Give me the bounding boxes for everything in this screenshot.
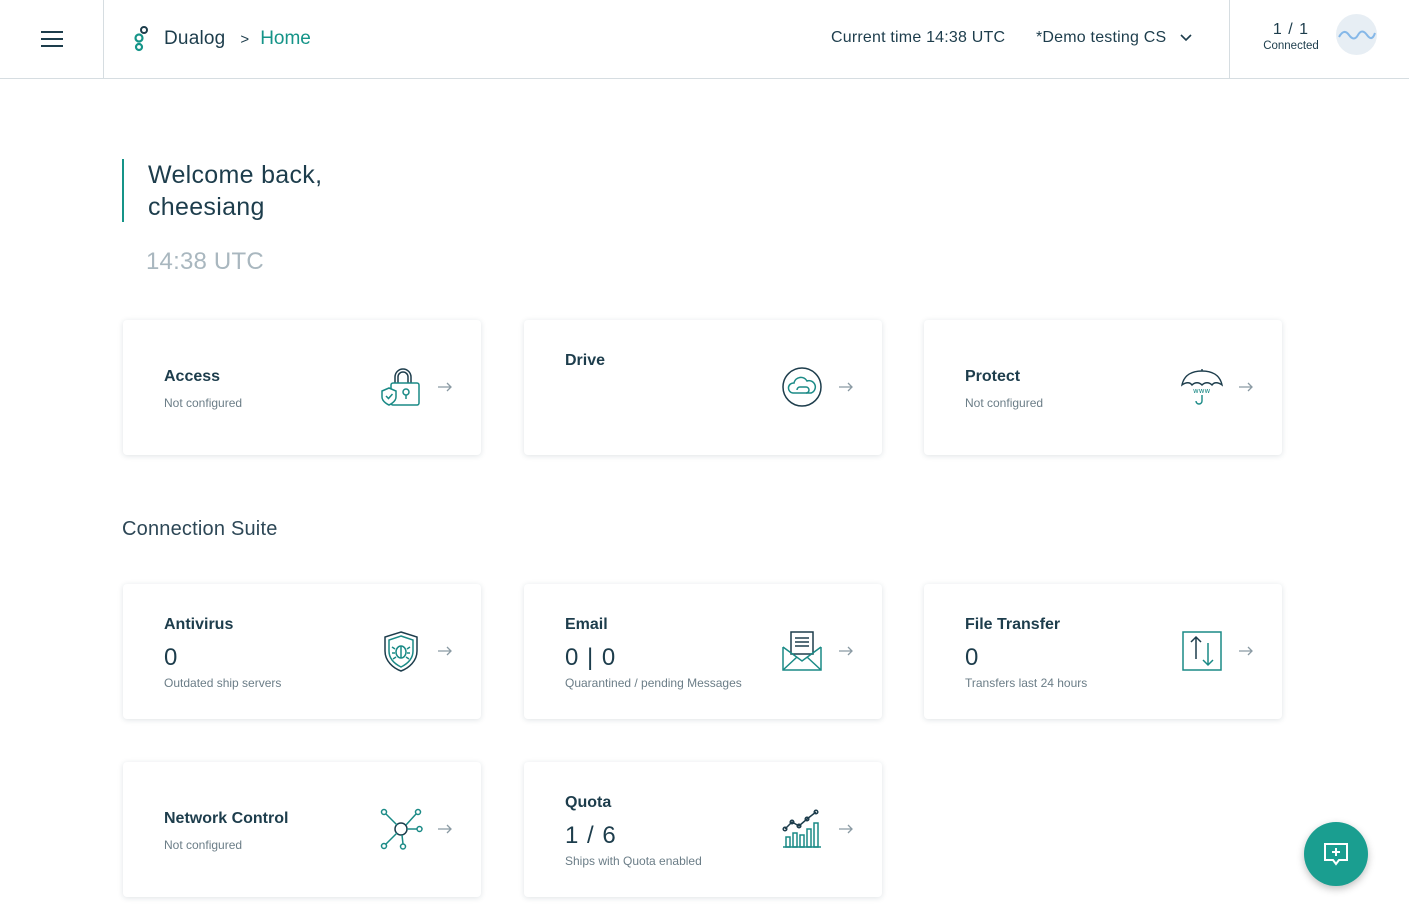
transfer-arrows-icon bbox=[1182, 631, 1222, 671]
arrow-right-icon bbox=[1239, 646, 1253, 656]
breadcrumb: Dualog > Home bbox=[130, 24, 311, 54]
hamburger-icon bbox=[40, 31, 63, 47]
card-title: Drive bbox=[565, 352, 606, 369]
connection-status: 1 / 1 Connected bbox=[1252, 21, 1330, 52]
card-quota[interactable]: Quota 1 / 6 Ships with Quota enabled bbox=[524, 762, 882, 897]
welcome-greeting: Welcome back, bbox=[148, 161, 323, 189]
card-subtitle: Ships with Quota enabled bbox=[565, 854, 702, 868]
card-network-control[interactable]: Network Control Not configured bbox=[123, 762, 481, 897]
top-bar: Dualog > Home Current time 14:38 UTC *De… bbox=[0, 0, 1409, 79]
account-name: *Demo testing CS bbox=[1036, 29, 1167, 46]
chevron-down-icon bbox=[1180, 34, 1192, 42]
connection-count: 1 / 1 bbox=[1272, 21, 1310, 38]
card-subtitle: Quarantined / pending Messages bbox=[565, 676, 742, 690]
svg-text:www: www bbox=[1193, 387, 1210, 395]
card-email[interactable]: Email 0 | 0 Quarantined / pending Messag… bbox=[524, 584, 882, 719]
card-title: Network Control bbox=[164, 810, 289, 827]
card-title: Email bbox=[565, 616, 608, 633]
card-antivirus[interactable]: Antivirus 0 Outdated ship servers bbox=[123, 584, 481, 719]
arrow-right-icon bbox=[1239, 382, 1253, 392]
welcome-username: cheesiang bbox=[148, 193, 265, 221]
card-subtitle: Transfers last 24 hours bbox=[965, 676, 1088, 690]
welcome-time: 14:38 UTC bbox=[146, 248, 264, 275]
connection-indicator[interactable] bbox=[1336, 14, 1377, 55]
breadcrumb-home[interactable]: Home bbox=[260, 28, 311, 50]
card-value: 0 bbox=[164, 644, 179, 671]
arrow-right-icon bbox=[839, 824, 853, 834]
card-file-transfer[interactable]: File Transfer 0 Transfers last 24 hours bbox=[924, 584, 1282, 719]
arrow-right-icon bbox=[438, 824, 452, 834]
card-value: 1 / 6 bbox=[565, 822, 617, 849]
bar-chart-icon bbox=[782, 809, 821, 848]
arrow-right-icon bbox=[438, 382, 452, 392]
card-title: Quota bbox=[565, 794, 612, 811]
arrow-right-icon bbox=[839, 382, 853, 392]
card-subtitle: Not configured bbox=[164, 838, 243, 852]
card-access[interactable]: Access Not configured bbox=[123, 320, 481, 455]
lock-shield-icon bbox=[381, 368, 420, 406]
card-title: Access bbox=[164, 368, 221, 385]
bug-shield-icon bbox=[384, 631, 418, 672]
header-divider bbox=[1229, 0, 1230, 78]
umbrella-icon: www bbox=[1180, 369, 1224, 405]
card-subtitle: Not configured bbox=[164, 396, 243, 410]
dualog-logo-icon bbox=[134, 26, 148, 52]
card-protect[interactable]: Protect Not configured www bbox=[924, 320, 1282, 455]
card-drive[interactable]: Drive bbox=[524, 320, 882, 455]
card-title: Protect bbox=[965, 368, 1021, 385]
envelope-icon bbox=[782, 631, 822, 671]
account-selector[interactable]: *Demo testing CS bbox=[1036, 29, 1192, 47]
breadcrumb-separator: > bbox=[240, 30, 250, 48]
welcome-block: Welcome back, cheesiang bbox=[122, 159, 322, 222]
card-value: 0 | 0 bbox=[565, 644, 617, 671]
section-title: Connection Suite bbox=[122, 518, 278, 540]
arrow-right-icon bbox=[438, 646, 452, 656]
card-subtitle: Not configured bbox=[965, 396, 1044, 410]
menu-button[interactable] bbox=[0, 0, 104, 78]
feedback-button[interactable] bbox=[1304, 822, 1368, 886]
wave-icon bbox=[1337, 30, 1376, 39]
card-title: Antivirus bbox=[164, 616, 234, 633]
card-value: 0 bbox=[965, 644, 980, 671]
arrow-right-icon bbox=[839, 646, 853, 656]
cloud-icon bbox=[782, 367, 822, 407]
add-comment-icon bbox=[1324, 843, 1348, 866]
network-icon bbox=[380, 808, 423, 850]
current-time: Current time 14:38 UTC bbox=[831, 29, 1006, 46]
connection-label: Connected bbox=[1263, 40, 1319, 52]
card-title: File Transfer bbox=[965, 616, 1061, 633]
brand-link[interactable]: Dualog bbox=[164, 28, 225, 50]
card-subtitle: Outdated ship servers bbox=[164, 676, 282, 690]
